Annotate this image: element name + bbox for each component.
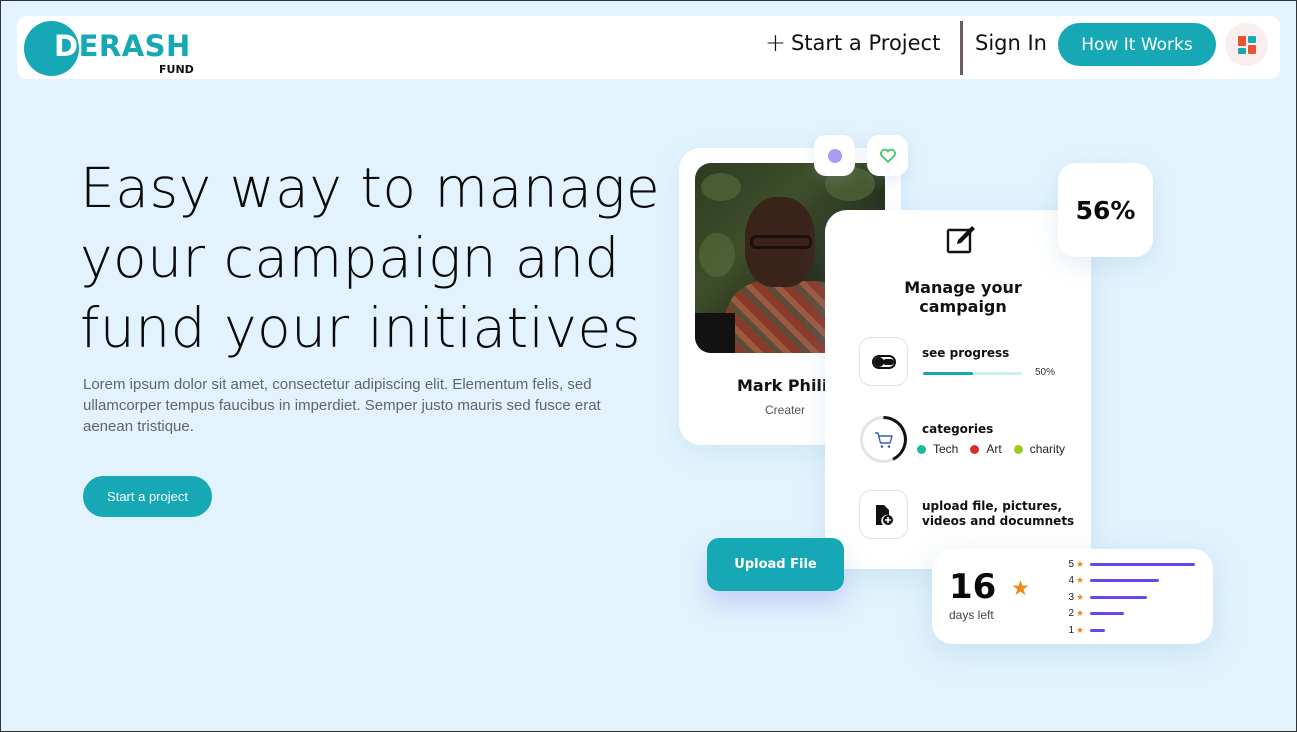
rating-bar — [1090, 612, 1124, 615]
star-icon: ★ — [1076, 608, 1085, 618]
upload-feature-label: upload file, pictures, videos and documn… — [922, 499, 1075, 528]
rating-row: 3 ★ — [1066, 591, 1148, 603]
heart-icon — [879, 148, 896, 163]
grid-icon — [1237, 35, 1256, 54]
hero-title-line: your campaign and — [80, 226, 620, 290]
days-rating-card: 16 days left ★ 5 ★ 4 ★ 3 ★ 2 ★ 1 ★ — [932, 549, 1213, 644]
creator-name: Mark Philip — [737, 376, 839, 395]
upload-feature-box — [859, 490, 908, 539]
rating-row-stars: 1 — [1068, 624, 1074, 636]
nav-divider — [960, 21, 963, 75]
plus-icon: + — [765, 28, 786, 57]
creator-role: Creater — [765, 403, 806, 417]
hero-title: Easy way to manage your campaign and fun… — [80, 153, 690, 363]
sign-in-link[interactable]: Sign In — [975, 31, 1047, 55]
funding-percent-card: 56% — [1058, 163, 1153, 257]
progress-bar — [923, 372, 1022, 375]
toggle-icon — [871, 354, 896, 369]
categories-label: categories — [922, 422, 994, 436]
star-icon: ★ — [1076, 591, 1085, 602]
logo-subtitle: FUND — [159, 63, 194, 76]
chat-chip[interactable] — [814, 135, 855, 176]
rating-bar — [1090, 595, 1148, 599]
rating-row-stars: 5 — [1068, 558, 1074, 570]
rating-row: 5 ★ — [1066, 558, 1195, 570]
rating-row: 1 ★ — [1066, 624, 1106, 636]
nav-start-project-link[interactable]: + Start a Project — [765, 30, 940, 55]
file-add-icon — [875, 504, 893, 525]
category-dot — [970, 444, 980, 454]
manage-campaign-card: Manage your campaign see progress 50% ca… — [825, 210, 1091, 569]
progress-feature-box — [859, 337, 908, 386]
cart-icon — [874, 431, 893, 448]
progress-label: see progress — [922, 346, 1010, 360]
how-it-works-button[interactable]: How It Works — [1058, 23, 1216, 66]
chat-bubble-icon — [827, 148, 842, 163]
hero-title-line: Easy way to manage — [80, 156, 661, 220]
category-dot — [1013, 444, 1023, 454]
start-project-button[interactable]: Start a project — [83, 476, 212, 517]
star-icon: ★ — [1076, 624, 1085, 635]
star-icon: ★ — [1076, 558, 1085, 569]
rating-bar — [1090, 562, 1195, 566]
rating-bar — [1090, 628, 1106, 632]
menu-grid-button[interactable] — [1225, 23, 1268, 66]
category-dot — [917, 444, 926, 454]
rating-bar — [1090, 579, 1160, 582]
logo-wordmark: DERASH — [54, 29, 191, 63]
nav-start-project-label: Start a Project — [790, 30, 941, 55]
days-left-count: 16 — [949, 567, 997, 607]
top-nav: DERASH FUND + Start a Project Sign In Ho… — [17, 16, 1280, 79]
rating-row-stars: 3 — [1068, 591, 1074, 603]
days-left-label: days left — [949, 608, 994, 622]
progress-bar-fill — [923, 372, 973, 375]
progress-value: 50% — [1035, 367, 1056, 378]
rating-row-stars: 4 — [1068, 575, 1074, 586]
category-tech[interactable]: Tech — [917, 442, 958, 456]
star-icon: ★ — [1076, 575, 1085, 585]
logo[interactable]: DERASH FUND — [24, 20, 214, 78]
rating-row: 4 ★ — [1066, 575, 1160, 587]
hero-title-line: fund your initiatives — [80, 296, 641, 360]
like-chip[interactable] — [867, 135, 908, 176]
category-charity[interactable]: charity — [1013, 442, 1065, 456]
manage-card-title: Manage your campaign — [904, 278, 1022, 316]
hero-description: Lorem ipsum dolor sit amet, consectetur … — [83, 376, 601, 435]
categories-feature-box — [859, 415, 908, 464]
category-list: Tech Art charity — [917, 442, 1071, 456]
rating-row-stars: 2 — [1068, 608, 1074, 619]
star-icon: ★ — [1011, 577, 1030, 600]
edit-icon — [946, 226, 975, 254]
rating-row: 2 ★ — [1066, 608, 1124, 620]
category-art[interactable]: Art — [970, 442, 1002, 456]
upload-file-button[interactable]: Upload File — [707, 538, 844, 591]
